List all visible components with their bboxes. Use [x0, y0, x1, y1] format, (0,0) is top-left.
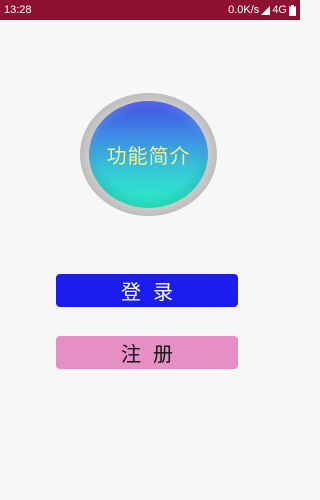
feature-intro-button-face: 功能简介: [89, 101, 208, 208]
login-button-label: 登录: [121, 280, 185, 304]
status-bar: 13:28 0.0K/s 4G: [0, 0, 300, 20]
status-time: 13:28: [4, 4, 32, 16]
status-indicators: 0.0K/s 4G: [228, 4, 296, 16]
network-type: 4G: [272, 4, 287, 16]
register-button[interactable]: 注册: [56, 336, 238, 369]
battery-icon: [289, 4, 296, 16]
network-speed: 0.0K/s: [228, 4, 260, 16]
register-button-label: 注册: [121, 342, 185, 366]
feature-intro-label: 功能简介: [106, 144, 191, 168]
feature-intro-button[interactable]: 功能简介: [80, 93, 217, 216]
signal-icon: [261, 5, 271, 15]
login-button[interactable]: 登录: [56, 274, 238, 307]
